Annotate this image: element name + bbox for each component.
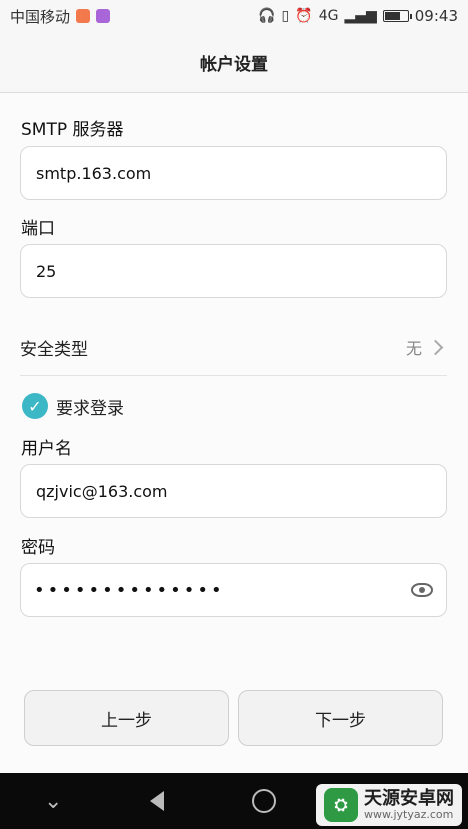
clock-label: 09:43 [414, 7, 458, 25]
headphones-icon: 🎧 [258, 8, 276, 24]
port-input[interactable] [34, 260, 433, 282]
password-masked-value[interactable]: •••••••••••••• [34, 580, 411, 601]
password-label: 密码 [21, 538, 55, 558]
home-icon[interactable] [252, 789, 277, 813]
username-field[interactable] [20, 464, 447, 518]
gallery-notification-icon [96, 9, 111, 23]
username-label: 用户名 [21, 439, 72, 459]
status-left: 中国移动 [10, 6, 111, 27]
watermark-url: www.jytyaz.com [364, 807, 454, 821]
watermark-text: 天源安卓网 www.jytyaz.com [364, 789, 454, 821]
watermark-logo-icon: ⛭ [324, 788, 358, 822]
security-type-value-group: 无 [406, 335, 447, 359]
status-bar: 中国移动 🎧 ▯ ⏰ 4G ▂▄▆ 09:43 [0, 0, 468, 32]
vibrate-icon: ▯ [281, 8, 290, 24]
login-required-label: 要求登录 [56, 398, 124, 419]
port-label: 端口 [21, 219, 55, 239]
smtp-label: SMTP 服务器 [21, 120, 124, 140]
chevron-right-icon [427, 339, 444, 355]
next-button[interactable]: 下一步 [238, 690, 443, 746]
chevron-down-icon[interactable]: ⌄ [44, 789, 62, 814]
eye-icon[interactable] [411, 583, 433, 597]
signal-icon: ▂▄▆ [344, 8, 377, 24]
login-required-row[interactable]: ✓ 要求登录 [22, 393, 124, 419]
status-right: 🎧 ▯ ⏰ 4G ▂▄▆ 09:43 [258, 7, 458, 25]
password-field[interactable]: •••••••••••••• [20, 563, 447, 617]
carrier-label: 中国移动 [10, 7, 71, 26]
alarm-icon: ⏰ [295, 8, 313, 24]
battery-icon [382, 10, 412, 22]
mail-notification-icon [76, 9, 91, 23]
checkbox-checked-icon[interactable]: ✓ [22, 393, 48, 419]
security-type-row[interactable]: 安全类型 无 [20, 319, 447, 376]
network-type-label: 4G [318, 8, 339, 24]
security-type-label: 安全类型 [20, 339, 88, 360]
watermark-title: 天源安卓网 [364, 788, 454, 810]
page-title: 帐户设置 [0, 32, 468, 93]
settings-form: SMTP 服务器 端口 安全类型 无 ✓ 要求登录 用户名 密码 •••••••… [0, 93, 468, 773]
port-field[interactable] [20, 244, 447, 298]
smtp-field[interactable] [20, 146, 447, 200]
watermark: ⛭ 天源安卓网 www.jytyaz.com [316, 784, 462, 826]
security-type-value: 无 [405, 339, 422, 358]
smtp-input[interactable] [34, 162, 433, 184]
username-input[interactable] [34, 480, 433, 502]
prev-button[interactable]: 上一步 [24, 690, 229, 746]
back-icon[interactable] [150, 791, 165, 811]
